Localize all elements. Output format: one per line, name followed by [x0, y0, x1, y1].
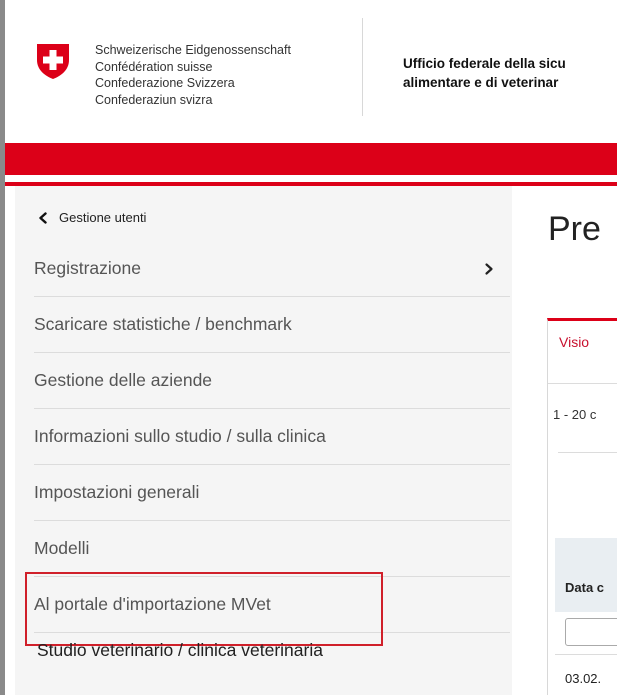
sidebar-item-statistiche[interactable]: Scaricare statistiche / benchmark [34, 297, 510, 353]
back-link-label: Gestione utenti [59, 210, 147, 225]
sidebar-item-registrazione[interactable]: Registrazione [34, 241, 510, 297]
office-name-line1: Ufficio federale della sicu [403, 56, 566, 71]
sidebar-subitem-studio-veterinario[interactable]: Studio veterinario / clinica veterinaria [37, 640, 323, 661]
swiss-coat-of-arms-icon[interactable] [35, 42, 71, 80]
site-header: Schweizerische Eidgenossenschaft Confédé… [5, 0, 617, 140]
header-red-band [5, 143, 617, 175]
panel-divider [558, 452, 617, 453]
sidebar-item-impostazioni[interactable]: Impostazioni generali [34, 465, 510, 521]
sidebar-item-label: Gestione delle aziende [34, 370, 213, 390]
chevron-right-icon [485, 262, 493, 275]
page-title: Pre [548, 210, 601, 248]
table-header [555, 538, 617, 612]
office-name: Ufficio federale della sicu alimentare e… [403, 54, 566, 92]
federation-name-it: Confederazione Svizzera [95, 76, 235, 90]
sidebar-item-label: Scaricare statistiche / benchmark [34, 314, 292, 334]
federation-name-de: Schweizerische Eidgenossenschaft [95, 43, 291, 57]
sidebar-item-informazioni-studio[interactable]: Informazioni sullo studio / sulla clinic… [34, 409, 510, 465]
federation-names: Schweizerische Eidgenossenschaft Confédé… [95, 42, 291, 108]
sidebar-item-portale-mvet[interactable]: Al portale d'importazione MVet [34, 577, 510, 633]
column-header-data[interactable]: Data c [565, 580, 604, 595]
back-to-user-management-link[interactable]: Gestione utenti [37, 210, 146, 225]
sidebar-item-label: Impostazioni generali [34, 482, 200, 502]
results-count: 1 - 20 c [553, 407, 597, 422]
tab-visione[interactable]: Visio [559, 334, 589, 350]
sidebar-item-label: Al portale d'importazione MVet [34, 594, 271, 614]
table-cell-date: 03.02. [565, 671, 602, 686]
sidebar-item-label: Informazioni sullo studio / sulla clinic… [34, 426, 326, 446]
header-divider [362, 18, 363, 116]
federation-name-fr: Confédération suisse [95, 59, 213, 74]
federation-name-rm: Confederaziun svizra [95, 92, 213, 107]
office-name-line2: alimentare e di veterinar [403, 75, 559, 90]
sidebar-item-label: Registrazione [34, 258, 141, 278]
panel-divider [548, 383, 617, 384]
table-row-divider [555, 654, 617, 655]
chevron-left-icon [39, 211, 47, 224]
column-filter-input[interactable] [565, 618, 617, 646]
sidebar-item-label: Modelli [34, 538, 90, 558]
sidebar-item-aziende[interactable]: Gestione delle aziende [34, 353, 510, 409]
sidebar-item-modelli[interactable]: Modelli [34, 521, 510, 577]
